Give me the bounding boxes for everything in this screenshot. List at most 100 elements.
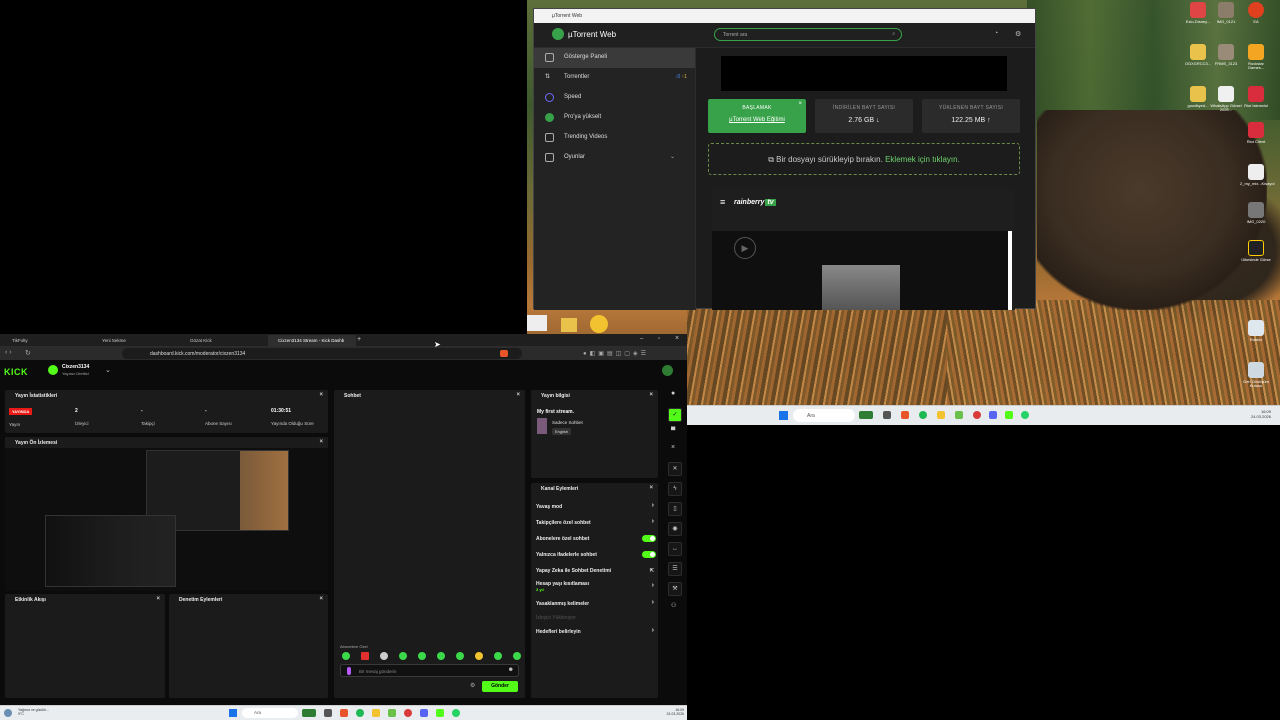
checkmark-icon[interactable]: ✓: [668, 408, 682, 422]
desktop-icon[interactable]: Riot İstemcisi: [1240, 86, 1272, 108]
discord-icon[interactable]: [989, 411, 997, 419]
spotify-icon[interactable]: [919, 411, 927, 419]
lightning-icon[interactable]: ϟ: [668, 482, 682, 496]
desktop-icon[interactable]: EA: [1240, 2, 1272, 24]
explorer-icon[interactable]: [937, 411, 945, 419]
slow-mode-row[interactable]: Yavaş mod ›: [531, 500, 658, 516]
widgets-icon[interactable]: [302, 709, 316, 717]
sidebar-item-games[interactable]: Oyunlar ⌄: [534, 148, 695, 168]
emote-icon[interactable]: [513, 652, 521, 660]
desktop-icon[interactable]: IMG_0220: [1240, 202, 1272, 224]
sidebar-item-pro[interactable]: Pro'ya yükselt: [534, 108, 695, 128]
close-icon[interactable]: ×: [798, 101, 802, 107]
url-input[interactable]: dashboard.kick.com/moderator/cixzen3134: [122, 348, 522, 359]
close-icon[interactable]: ×: [516, 392, 520, 398]
play-icon[interactable]: ▶: [734, 237, 756, 259]
desktop-icon-partial[interactable]: [527, 315, 547, 331]
desktop-icon[interactable]: Riot Client: [1240, 122, 1272, 144]
emote-icon[interactable]: [494, 652, 502, 660]
wrench-icon[interactable]: ⚒: [668, 582, 682, 596]
utorrent-taskbar-icon[interactable]: [388, 709, 396, 717]
reload-icon[interactable]: ↻: [25, 349, 31, 357]
close-icon[interactable]: ×: [671, 444, 675, 451]
start-icon[interactable]: [779, 411, 788, 420]
explorer-icon[interactable]: [372, 709, 380, 717]
sidebar-item-dashboard[interactable]: Gösterge Paneli: [534, 48, 695, 68]
set-goals-row[interactable]: Hedefleri belirleyin ›: [531, 625, 658, 641]
add-link[interactable]: Eklemek için tıklayın.: [885, 155, 960, 164]
weather-icon[interactable]: [4, 709, 12, 717]
maximize-button[interactable]: ▫: [658, 336, 660, 342]
whatsapp-icon[interactable]: [452, 709, 460, 717]
clipboard-icon[interactable]: ▯: [668, 502, 682, 516]
new-tab-button[interactable]: +: [357, 336, 361, 343]
tutorial-link[interactable]: µTorrent Web Eğitimi: [708, 117, 806, 123]
ai-moderation-row[interactable]: Yapay Zeka ile Sohbet Denetimi ⇱: [531, 564, 658, 580]
chrome-icon[interactable]: [404, 709, 412, 717]
extensions-icons[interactable]: ●◧▣▤◫▢◈☰: [583, 350, 678, 357]
close-icon[interactable]: ×: [319, 392, 323, 398]
tab-kick-browse[interactable]: Gözat Kick: [180, 335, 268, 347]
emote-icon[interactable]: [342, 652, 350, 660]
emote-icon[interactable]: [418, 652, 426, 660]
close-icon[interactable]: ×: [156, 596, 160, 602]
kick-logo[interactable]: KICK: [4, 367, 28, 377]
weather-widget[interactable]: Yağmur ve gücülü... 9°C: [18, 708, 49, 716]
folder-icon[interactable]: [561, 318, 577, 332]
chat-input[interactable]: Bir mesaj gönderin ☻: [340, 664, 519, 677]
video-thumbnail[interactable]: [822, 265, 900, 310]
close-icon[interactable]: ×: [649, 485, 653, 491]
back-icon[interactable]: ‹ ›: [5, 349, 12, 356]
desktop-icon[interactable]: Ülkesinde Görse: [1240, 240, 1272, 262]
whatsapp-icon[interactable]: [1021, 411, 1029, 419]
emoji-icon[interactable]: ☻: [508, 667, 514, 673]
chevron-down-icon[interactable]: ⌄: [105, 366, 111, 374]
chat-bubble-icon[interactable]: ◉: [668, 522, 682, 536]
subs-only-toggle[interactable]: [642, 535, 656, 542]
tab-tikfolty[interactable]: TikFolty: [2, 335, 90, 347]
sidebar-item-torrents[interactable]: ⇅ Torrentler ↓0 ↑1: [534, 68, 695, 88]
account-age-row[interactable]: Hesap yaşı kısıtlaması 3 yıl ›: [531, 580, 658, 597]
taskbar-search[interactable]: Ara: [242, 708, 298, 718]
recycle-bin-icon[interactable]: Geri Dönüşüm Kutusu: [1240, 362, 1272, 389]
desktop-icon[interactable]: Rockstar Games...: [1240, 44, 1272, 71]
kick-taskbar-icon[interactable]: [1005, 411, 1013, 419]
tool-icon[interactable]: ✕: [668, 462, 682, 476]
emote-icon[interactable]: [399, 652, 407, 660]
channel-avatar[interactable]: [48, 365, 58, 375]
desktop-icon[interactable]: 2_my_mix...Kisayol: [1240, 164, 1274, 186]
emote-icon[interactable]: [380, 652, 388, 660]
send-button[interactable]: Gönder: [482, 681, 518, 692]
desktop-icon[interactable]: Roblox: [1240, 320, 1272, 342]
brave-icon[interactable]: [340, 709, 348, 717]
close-icon[interactable]: ×: [319, 439, 323, 445]
drop-zone[interactable]: ⧉ Bir dosyayı sürükleyip bırakın. Ekleme…: [708, 143, 1020, 175]
expand-icon[interactable]: ↔: [668, 542, 682, 556]
kick-taskbar-icon[interactable]: [436, 709, 444, 717]
start-card[interactable]: BAŞLAMAK µTorrent Web Eğitimi ×: [708, 99, 806, 133]
tab-new[interactable]: Yeni Sekme: [92, 335, 180, 347]
desktop-icon[interactable]: FRMS_3123: [1210, 44, 1242, 66]
banned-words-row[interactable]: Yasaklanmış kelimeler ›: [531, 597, 658, 613]
close-window-button[interactable]: ×: [675, 335, 679, 342]
brave-icon[interactable]: [901, 411, 909, 419]
emote-only-toggle[interactable]: [642, 551, 656, 558]
notifications-icon[interactable]: ◔: [994, 30, 998, 37]
settings-gear-icon[interactable]: ⚙: [1015, 30, 1021, 38]
emote-icon[interactable]: [456, 652, 464, 660]
widgets-icon[interactable]: [859, 411, 873, 419]
taskview-icon[interactable]: [883, 411, 891, 419]
chrome-icon[interactable]: [973, 411, 981, 419]
close-icon[interactable]: ×: [649, 392, 653, 398]
utorrent-taskbar-icon[interactable]: [955, 411, 963, 419]
minimize-button[interactable]: –: [640, 336, 643, 342]
tab-kick-dashboard[interactable]: Cixzen3134 Stream - Kick Dashb: [268, 335, 356, 347]
start-icon[interactable]: [229, 709, 237, 717]
spotify-icon[interactable]: [356, 709, 364, 717]
user-avatar[interactable]: [662, 365, 673, 376]
brave-shield-icon[interactable]: [500, 350, 508, 357]
taskbar-search[interactable]: Ara: [793, 409, 855, 422]
torrent-search-input[interactable]: Torrent ara ⌕: [714, 28, 902, 41]
users-icon[interactable]: ⚇: [671, 602, 676, 609]
app-icon[interactable]: [590, 315, 608, 333]
